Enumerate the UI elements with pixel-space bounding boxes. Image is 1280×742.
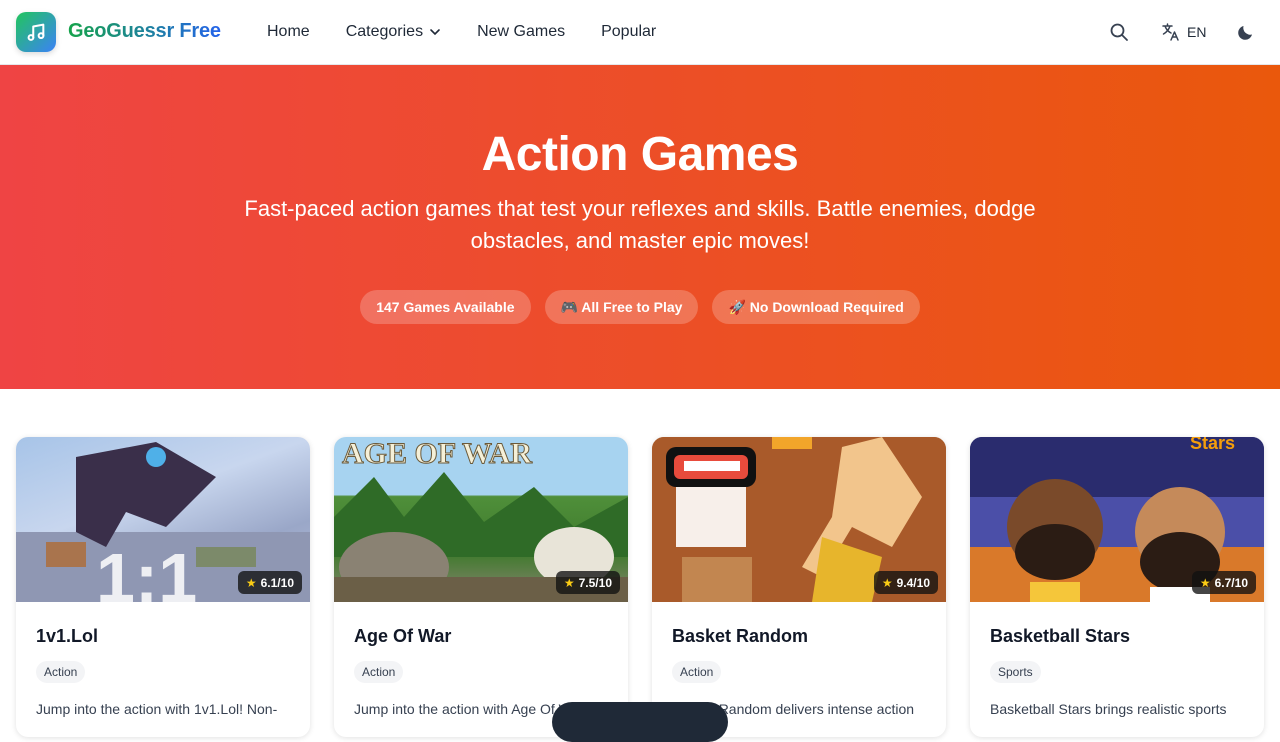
site-logo[interactable]: [16, 12, 56, 52]
chevron-down-icon: [430, 29, 440, 36]
game-thumbnail[interactable]: Stars ★ 6.7/10: [970, 437, 1264, 602]
nav-popular[interactable]: Popular: [601, 23, 656, 41]
pill-no-download: 🚀 No Download Required: [712, 290, 920, 324]
svg-text:1:1: 1:1: [96, 539, 197, 602]
game-title[interactable]: Age Of War: [354, 626, 608, 647]
game-description: Jump into the action with 1v1.Lol! Non-: [36, 701, 278, 717]
game-category-tag[interactable]: Action: [672, 661, 722, 683]
star-icon: ★: [1199, 575, 1211, 590]
top-header: GeoGuessr Free Home Categories New Games…: [0, 0, 1280, 65]
rating-value: 7.5/10: [578, 575, 612, 590]
game-card[interactable]: Stars ★ 6.7/10 Basketball Stars Sports Ba…: [970, 437, 1264, 737]
pill-games-count: 147 Games Available: [360, 290, 531, 324]
rating-badge: ★ 7.5/10: [555, 571, 620, 594]
game-category-tag[interactable]: Action: [354, 661, 404, 683]
brand-name[interactable]: GeoGuessr Free: [68, 20, 221, 43]
rating-value: 6.1/10: [260, 575, 294, 590]
star-icon: ★: [881, 575, 893, 590]
nav-categories-label: Categories: [345, 23, 424, 40]
game-card[interactable]: ★ 9.4/10 Basket Random Action Basket Rand…: [652, 437, 946, 737]
game-title[interactable]: Basket Random: [672, 626, 926, 647]
game-card[interactable]: AGE OF WAR ★ 7.5/10 Age Of War Action Jum…: [334, 437, 628, 737]
hero-pills: 147 Games Available 🎮 All Free to Play 🚀…: [0, 290, 1280, 324]
games-grid: 1:1 ★ 6.1/10 1v1.Lol Action Jump into the…: [16, 437, 1264, 737]
nav-popular-label: Popular: [601, 23, 657, 40]
nav-new-games-label: New Games: [477, 23, 566, 40]
rating-badge: ★ 9.4/10: [873, 571, 938, 594]
pill-free-to-play: 🎮 All Free to Play: [544, 290, 699, 324]
hero-banner: Action Games Fast-paced action games tha…: [0, 65, 1280, 389]
nav-categories[interactable]: Categories: [346, 23, 441, 41]
game-title[interactable]: 1v1.Lol: [36, 626, 290, 647]
nav-home-label: Home: [267, 23, 310, 40]
moon-icon[interactable]: [1236, 22, 1256, 42]
music-note-icon: [27, 23, 45, 41]
page-title: Action Games: [481, 128, 799, 181]
hero-subtitle: Fast-paced action games that test your r…: [244, 196, 1036, 253]
rating-value: 6.7/10: [1214, 575, 1248, 590]
nav-home[interactable]: Home: [267, 23, 310, 41]
svg-text:AGE OF WAR: AGE OF WAR: [342, 437, 532, 470]
game-thumbnail[interactable]: ★ 9.4/10: [652, 437, 946, 602]
star-icon: ★: [563, 575, 575, 590]
rating-badge: ★ 6.7/10: [1191, 571, 1256, 594]
main-nav: Home Categories New Games Popular: [267, 0, 692, 64]
floating-toolbar[interactable]: [552, 702, 728, 742]
game-title[interactable]: Basketball Stars: [990, 626, 1244, 647]
translate-icon: [1162, 23, 1179, 41]
nav-new-games[interactable]: New Games: [477, 23, 565, 41]
game-thumbnail[interactable]: 1:1 ★ 6.1/10: [16, 437, 310, 602]
game-thumbnail[interactable]: AGE OF WAR ★ 7.5/10: [334, 437, 628, 602]
game-category-tag[interactable]: Sports: [990, 661, 1041, 683]
star-icon: ★: [245, 575, 257, 590]
language-label: EN: [1187, 24, 1207, 40]
search-icon[interactable]: [1109, 22, 1129, 42]
language-switcher[interactable]: EN: [1161, 22, 1206, 42]
svg-text:Stars: Stars: [1190, 437, 1235, 453]
rating-value: 9.4/10: [896, 575, 930, 590]
rating-badge: ★ 6.1/10: [237, 571, 302, 594]
game-category-tag[interactable]: Action: [36, 661, 86, 683]
game-card[interactable]: 1:1 ★ 6.1/10 1v1.Lol Action Jump into the…: [16, 437, 310, 737]
game-description: Basketball Stars brings realistic sports: [990, 701, 1227, 717]
